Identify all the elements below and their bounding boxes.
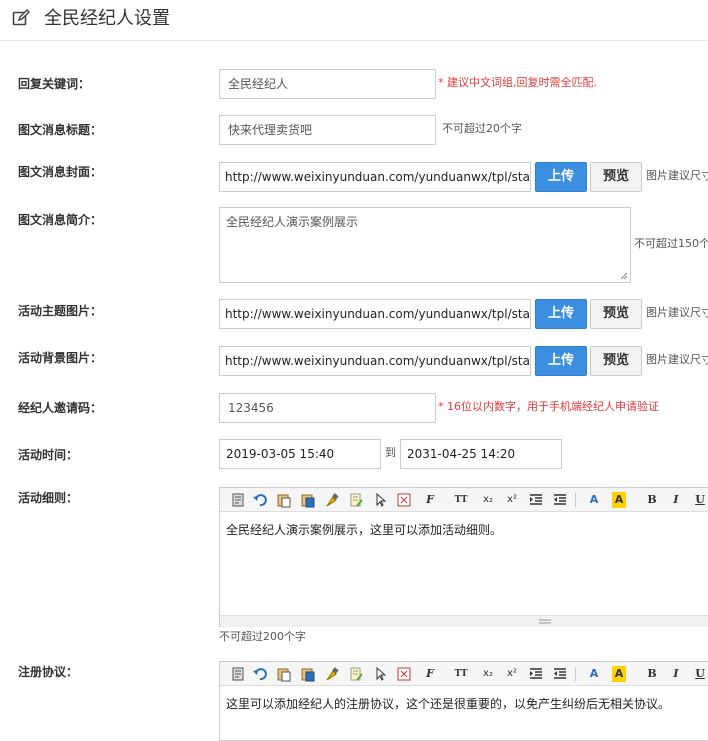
agreement-editor-content[interactable]: 这里可以添加经纪人的注册协议，这个还是很重要的，以免产生纠纷后无相关协议。 xyxy=(226,696,670,712)
superscript-button[interactable]: x² xyxy=(504,492,520,508)
source-icon[interactable] xyxy=(230,492,246,508)
bg-image-preview-button[interactable]: 预览 xyxy=(590,346,642,376)
bg-image-upload-button[interactable]: 上传 xyxy=(535,346,587,376)
bg-image-hint: 图片建议尺寸 xyxy=(646,353,708,366)
font-family-button[interactable]: F xyxy=(420,666,440,682)
news-title-input[interactable]: 快来代理卖货吧 xyxy=(219,115,436,145)
fullscreen-icon[interactable] xyxy=(396,666,412,682)
font-family-button[interactable]: F xyxy=(420,492,440,508)
news-summary-label: 图文消息简介： xyxy=(18,213,103,227)
paste-word-icon[interactable] xyxy=(300,666,316,682)
edit-icon xyxy=(12,9,30,26)
theme-image-hint: 图片建议尺寸 xyxy=(646,306,708,319)
time-separator: 到 xyxy=(385,446,396,459)
highlight-color-button[interactable]: A xyxy=(612,666,626,682)
subscript-button[interactable]: x₂ xyxy=(480,492,496,508)
start-time-input[interactable]: 2019-03-05 15:40 xyxy=(219,439,381,469)
clear-format-icon[interactable] xyxy=(348,492,364,508)
indent-icon[interactable] xyxy=(528,492,544,508)
indent-icon[interactable] xyxy=(528,666,544,682)
news-cover-preview-button[interactable]: 预览 xyxy=(590,162,642,192)
select-icon[interactable] xyxy=(372,492,388,508)
undo-icon[interactable] xyxy=(252,666,268,682)
outdent-icon[interactable] xyxy=(552,492,568,508)
theme-image-url-input[interactable]: http://www.weixinyunduan.com/yunduanwx/t… xyxy=(219,299,531,329)
news-cover-url-input[interactable]: http://www.weixinyunduan.com/yunduanwx/t… xyxy=(219,162,531,192)
page-header: 全民经纪人设置 xyxy=(0,0,708,41)
agreement-label: 注册协议： xyxy=(18,665,79,679)
source-icon[interactable] xyxy=(230,666,246,682)
italic-button[interactable]: I xyxy=(668,666,684,682)
invite-code-label: 经纪人邀请码： xyxy=(18,401,103,415)
keyword-hint: * 建议中文词组,回复时需全匹配. xyxy=(438,76,597,89)
format-brush-icon[interactable] xyxy=(324,666,340,682)
news-title-label: 图文消息标题： xyxy=(18,123,103,137)
end-time-input[interactable]: 2031-04-25 14:20 xyxy=(400,439,562,469)
clear-format-icon[interactable] xyxy=(348,666,364,682)
rules-label: 活动细则： xyxy=(18,491,79,505)
news-summary-hint: 不可超过150个 xyxy=(634,237,708,250)
news-summary-text: 全民经纪人演示案例展示 xyxy=(226,215,359,229)
news-summary-textarea[interactable]: 全民经纪人演示案例展示 xyxy=(219,207,631,283)
font-color-button[interactable]: A xyxy=(584,492,604,508)
news-title-hint: 不可超过20个字 xyxy=(442,122,522,135)
font-color-button[interactable]: A xyxy=(584,666,604,682)
highlight-color-button[interactable]: A xyxy=(612,492,626,508)
resize-grip-icon[interactable] xyxy=(620,272,628,280)
subscript-button[interactable]: x₂ xyxy=(480,666,496,682)
agreement-editor-toolbar: F TT x₂ x² A A B I U xyxy=(220,662,708,686)
theme-image-preview-button[interactable]: 预览 xyxy=(590,299,642,329)
rules-editor-content[interactable]: 全民经纪人演示案例展示，这里可以添加活动细则。 xyxy=(226,522,502,538)
invite-code-input[interactable]: 123456 xyxy=(219,393,436,423)
font-size-button[interactable]: TT xyxy=(450,666,472,682)
resize-handle-icon[interactable] xyxy=(538,618,552,626)
news-cover-upload-button[interactable]: 上传 xyxy=(535,162,587,192)
underline-button[interactable]: U xyxy=(692,492,708,508)
bold-button[interactable]: B xyxy=(644,492,660,508)
news-cover-label: 图文消息封面： xyxy=(18,165,103,179)
select-icon[interactable] xyxy=(372,666,388,682)
keyword-label: 回复关键词： xyxy=(18,77,91,91)
page-title: 全民经纪人设置 xyxy=(44,8,170,29)
invite-code-hint: * 16位以内数字，用于手机端经纪人申请验证 xyxy=(438,400,659,413)
underline-button[interactable]: U xyxy=(692,666,708,682)
bg-image-url-input[interactable]: http://www.weixinyunduan.com/yunduanwx/t… xyxy=(219,346,531,376)
bg-image-label: 活动背景图片： xyxy=(18,351,103,365)
toolbar-divider xyxy=(575,493,576,507)
outdent-icon[interactable] xyxy=(552,666,568,682)
paste-word-icon[interactable] xyxy=(300,492,316,508)
rules-editor-resize-bar[interactable] xyxy=(220,615,708,627)
theme-image-upload-button[interactable]: 上传 xyxy=(535,299,587,329)
rules-editor[interactable]: F TT x₂ x² A A B I U 全民经纪人演示案例展示，这里可以添加活… xyxy=(219,487,708,627)
time-label: 活动时间： xyxy=(18,448,79,462)
fullscreen-icon[interactable] xyxy=(396,492,412,508)
superscript-button[interactable]: x² xyxy=(504,666,520,682)
theme-image-label: 活动主题图片： xyxy=(18,304,103,318)
agreement-editor[interactable]: F TT x₂ x² A A B I U 这里可以添加经纪人的注册协议，这个还是… xyxy=(219,661,708,741)
rules-editor-toolbar: F TT x₂ x² A A B I U xyxy=(220,488,708,512)
font-size-button[interactable]: TT xyxy=(450,492,472,508)
paste-text-icon[interactable] xyxy=(276,666,292,682)
news-cover-hint: 图片建议尺寸 xyxy=(646,169,708,182)
keyword-input[interactable]: 全民经纪人 xyxy=(219,69,436,99)
rules-hint: 不可超过200个字 xyxy=(219,630,306,643)
toolbar-divider xyxy=(575,667,576,681)
paste-text-icon[interactable] xyxy=(276,492,292,508)
italic-button[interactable]: I xyxy=(668,492,684,508)
bold-button[interactable]: B xyxy=(644,666,660,682)
format-brush-icon[interactable] xyxy=(324,492,340,508)
undo-icon[interactable] xyxy=(252,492,268,508)
